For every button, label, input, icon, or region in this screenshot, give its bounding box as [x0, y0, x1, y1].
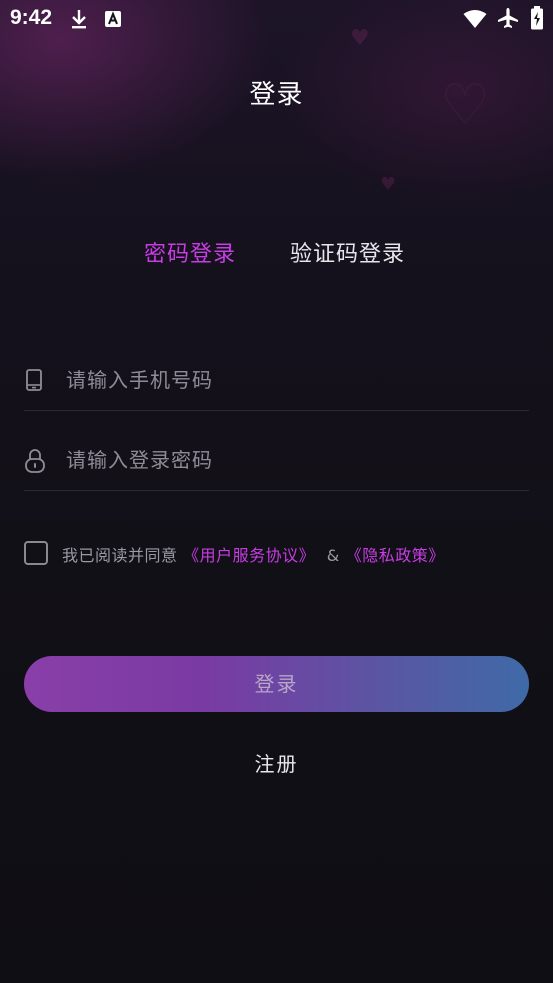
wifi-icon	[463, 9, 487, 33]
login-screen: ♥ ♡ ♥ 9:42 登录 密码登录 验证码登录 请输入手机号码 我已阅读并同意…	[0, 0, 553, 983]
register-link[interactable]: 注册	[255, 752, 299, 776]
tab-password-login[interactable]: 密码登录	[144, 236, 236, 268]
download-icon	[70, 8, 88, 34]
login-button[interactable]: 登录	[24, 656, 529, 712]
phone-icon	[24, 368, 44, 392]
status-bar: 9:42	[0, 0, 553, 38]
privacy-link[interactable]: 《隐私政策》	[346, 546, 445, 565]
page-title: 登录	[249, 80, 304, 110]
terms-link[interactable]: 《用户服务协议》	[183, 546, 315, 565]
agreement-row: 我已阅读并同意 《用户服务协议》 & 《隐私政策》	[24, 540, 529, 566]
password-field-row	[24, 430, 529, 491]
tab-sms-code-login[interactable]: 验证码登录	[290, 236, 405, 268]
lock-icon	[24, 448, 45, 473]
agreement-text: 我已阅读并同意 《用户服务协议》 & 《隐私政策》	[62, 542, 445, 566]
status-time: 9:42	[10, 6, 53, 29]
agreement-ampersand: &	[326, 546, 340, 565]
agreement-checkbox[interactable]	[24, 541, 48, 565]
heart-decoration: ♥	[380, 174, 397, 195]
battery-icon	[530, 6, 544, 34]
a-badge-icon	[104, 10, 122, 32]
register-row: 注册	[0, 748, 553, 777]
phone-input[interactable]	[64, 362, 508, 398]
phone-field-row	[24, 350, 529, 411]
airplane-icon	[497, 7, 519, 33]
agreement-prefix: 我已阅读并同意	[62, 546, 178, 565]
password-input[interactable]	[64, 442, 508, 478]
